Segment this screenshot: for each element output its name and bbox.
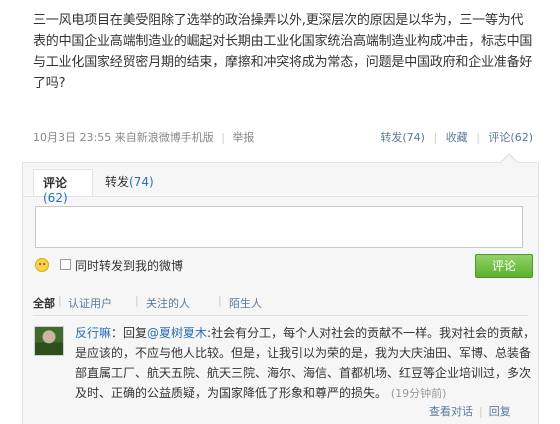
submit-comment-button[interactable]: 评论 [475, 254, 533, 278]
view-conversation-link[interactable]: 查看对话 [429, 405, 473, 418]
comment-item: 反行嘛：回复@夏树夏木:社会有分工，每个人对社会的贡献不一样。我对社会的贡献，是… [75, 323, 537, 404]
post-timestamp[interactable]: 10月3日 23:55 [33, 131, 111, 144]
divider: | [135, 294, 139, 307]
divider: | [479, 405, 483, 418]
avatar[interactable] [34, 326, 64, 356]
comment-mention[interactable]: @夏树夏木 [147, 326, 207, 340]
comment-tabs: 评论(62) 转发(74) [23, 163, 538, 205]
report-link[interactable]: 举报 [232, 131, 254, 144]
filter-strangers[interactable]: 陌生人 [229, 295, 262, 311]
tab-reposts-label: 转发 [105, 175, 130, 189]
also-repost-checkbox[interactable] [60, 259, 71, 270]
filter-all[interactable]: 全部 [33, 295, 55, 311]
comment-input[interactable] [35, 206, 523, 248]
emoticon-icon[interactable] [35, 258, 49, 272]
comment-panel: 评论(62) 转发(74) 同时转发到我的微博 评论 全部 | 认证用户 | 关… [22, 162, 539, 424]
comment-username[interactable]: 反行嘛 [75, 326, 111, 340]
post-text: 三一风电项目在美受阻除了选举的政治操弄以外,更深层次的原因是以华为，三一等为代表… [33, 13, 533, 91]
divider: | [218, 294, 222, 307]
filter-divider [33, 315, 528, 316]
repost-link[interactable]: 转发(74) [380, 131, 425, 144]
tab-reposts-count: (74) [129, 175, 154, 189]
comment-reply-prefix: ：回复 [111, 326, 148, 340]
divider: | [476, 131, 480, 144]
tab-reposts[interactable]: 转发(74) [105, 173, 154, 196]
post-meta: 10月3日 23:55 来自新浪微博手机版 | 举报 转发(74) | 收藏 |… [33, 127, 533, 145]
tab-comments-label: 评论 [43, 176, 68, 190]
filter-following[interactable]: 关注的人 [146, 295, 190, 311]
post-source[interactable]: 来自新浪微博手机版 [115, 131, 214, 144]
divider: | [58, 294, 62, 307]
comment-actions: 查看对话 | 回复 [429, 403, 511, 419]
favorite-link[interactable]: 收藏 [446, 131, 468, 144]
filter-verified[interactable]: 认证用户 [68, 295, 112, 311]
reply-link[interactable]: 回复 [489, 405, 511, 418]
divider: | [221, 131, 225, 144]
panel-pointer-inner [501, 155, 517, 163]
tab-comments[interactable]: 评论(62) [33, 169, 93, 205]
divider: | [433, 131, 438, 144]
comment-time: (19分钟前) [390, 387, 447, 400]
comment-link[interactable]: 评论(62) [488, 131, 533, 144]
tab-comments-count: (62) [43, 191, 68, 205]
also-repost-label: 同时转发到我的微博 [75, 259, 184, 273]
comment-filter: 全部 | 认证用户 | 关注的人 | 陌生人 [33, 294, 528, 317]
